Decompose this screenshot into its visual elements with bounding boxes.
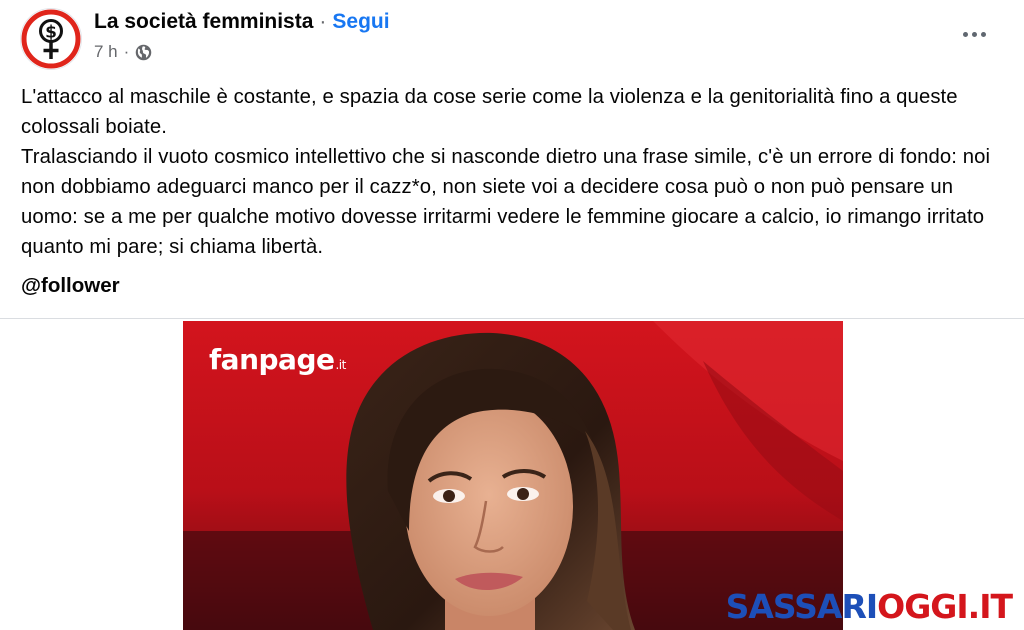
mention-link[interactable]: @follower [21,274,120,298]
globe-icon[interactable] [135,44,152,61]
post-timestamp[interactable]: 7 h [94,42,118,62]
meta-separator: · [123,42,130,61]
svg-text:$: $ [45,23,57,43]
facebook-post: $ La società femminista · Segui 7 h · L'… [0,0,1024,630]
post-text: L'attacco al maschile è costante, e spaz… [21,82,1001,262]
more-dot [980,31,986,37]
header-separator: · [319,10,327,33]
watermark-oggi: OGGI.IT [877,587,1013,626]
page-avatar[interactable]: $ [20,8,82,70]
post-meta: 7 h · [94,42,152,62]
more-horizontal-icon [962,31,968,37]
post-image[interactable]: fanpage.it [183,321,843,630]
sassarioggi-watermark: SASSARIOGGI.IT [725,587,1013,626]
fanpage-logo-text: fanpage [209,343,335,376]
watermark-sassari: SASSARI [725,587,879,626]
divider [0,318,1024,319]
post-paragraph-1: L'attacco al maschile è costante, e spaz… [21,86,958,138]
fanpage-logo: fanpage.it [209,343,346,376]
more-dot [971,31,977,37]
more-options-button[interactable] [956,20,992,48]
dollar-venus-symbol-icon: $ [21,9,81,69]
follow-button[interactable]: Segui [332,10,389,34]
page-name[interactable]: La società femminista [94,10,313,34]
fanpage-logo-tld: .it [335,358,346,372]
post-paragraph-2: Tralasciando il vuoto cosmico intelletti… [21,146,991,258]
post-header: La società femminista · Segui [94,10,390,34]
